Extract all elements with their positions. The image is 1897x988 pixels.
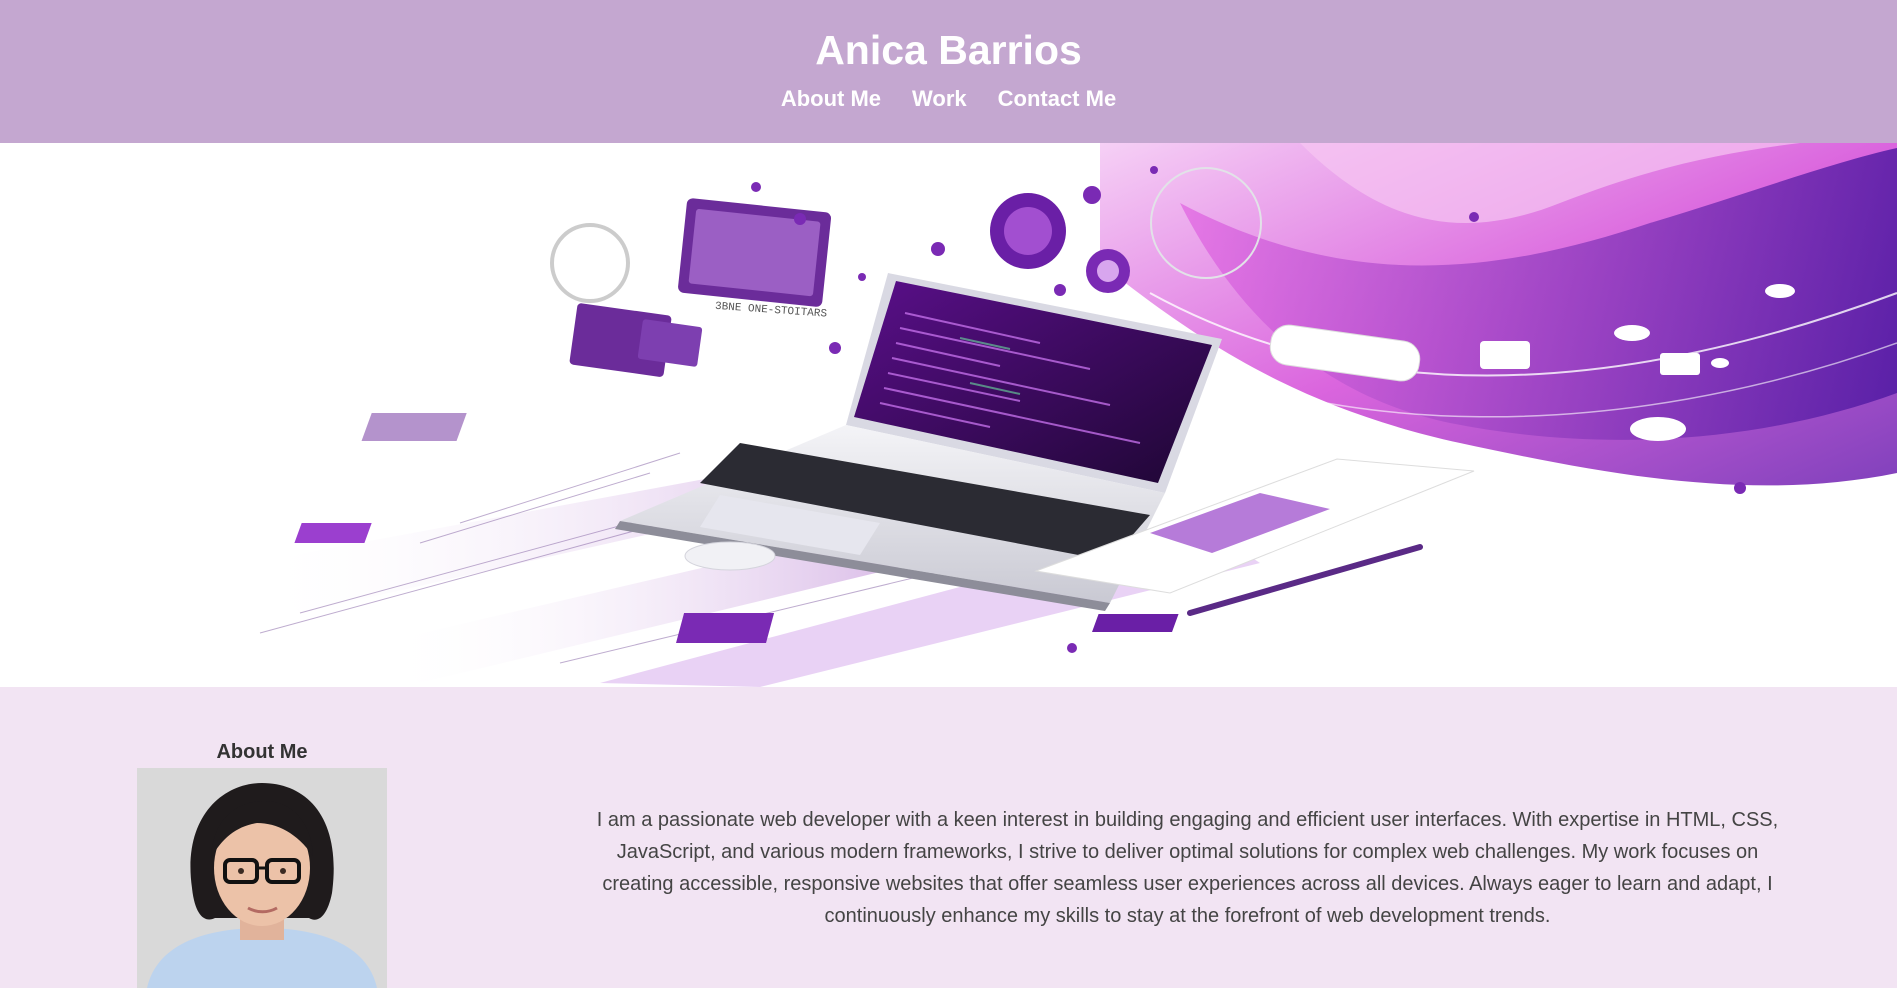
about-bio: I am a passionate web developer with a k… xyxy=(596,809,1779,927)
site-header: Anica Barrios About Me Work Contact Me xyxy=(0,0,1897,143)
hero-banner: 3BNE ONE-STOITARS xyxy=(0,143,1897,687)
main-nav: About Me Work Contact Me xyxy=(0,86,1897,112)
portrait-photo xyxy=(137,768,387,988)
site-title: Anica Barrios xyxy=(815,27,1082,73)
nav-contact-me[interactable]: Contact Me xyxy=(998,86,1117,112)
nav-about-me[interactable]: About Me xyxy=(781,86,881,112)
nav-work[interactable]: Work xyxy=(912,86,967,112)
about-column: About Me xyxy=(137,740,387,988)
about-heading: About Me xyxy=(216,741,308,763)
about-section: About Me I am a passionate web developer… xyxy=(0,687,1897,988)
hero-illustration: 3BNE ONE-STOITARS xyxy=(250,143,1897,687)
